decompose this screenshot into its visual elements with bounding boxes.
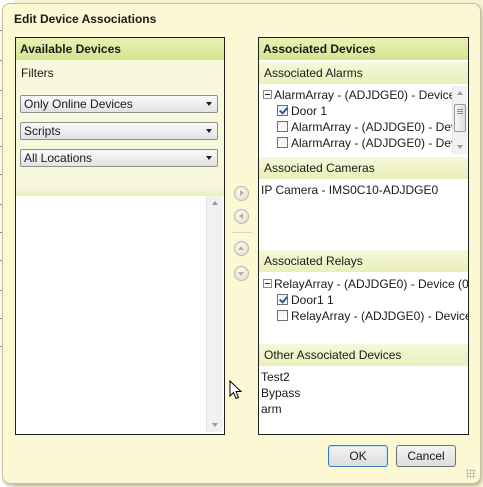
available-list-header xyxy=(16,188,224,196)
alarm-item-row[interactable]: AlarmArray - (ADJDGE0) - Dev xyxy=(277,136,452,151)
collapse-icon[interactable] xyxy=(263,279,272,289)
alarm-item-row[interactable]: AlarmArray - (ADJDGE0) - Dev xyxy=(277,120,452,135)
alarm-item-checkbox[interactable] xyxy=(277,137,288,149)
relay-array-label: RelayArray - (ADJDGE0) - Device (000 xyxy=(274,277,468,291)
scroll-up-icon[interactable] xyxy=(457,91,463,95)
associated-relays-header: Associated Relays xyxy=(259,250,468,272)
move-up-button[interactable] xyxy=(234,241,249,256)
relay-array-node[interactable]: RelayArray - (ADJDGE0) - Device (000 xyxy=(263,277,468,292)
chevron-down-icon xyxy=(206,156,212,160)
filters-label: Filters xyxy=(21,66,54,80)
alarm-item-checkbox[interactable] xyxy=(277,105,288,117)
relay-item-row[interactable]: Door1 1 xyxy=(277,293,334,308)
relay-item-row[interactable]: RelayArray - (ADJDGE0) - Device xyxy=(277,309,468,324)
add-association-button[interactable] xyxy=(234,186,249,201)
online-status-dropdown[interactable]: Only Online Devices xyxy=(20,95,218,113)
arrow-separator xyxy=(232,232,252,233)
chevron-down-icon xyxy=(206,102,212,106)
dialog-title: Edit Device Associations xyxy=(14,12,157,26)
filters-area: Filters Only Online Devices Scripts All … xyxy=(16,60,224,188)
scroll-thumb[interactable] xyxy=(454,104,466,132)
available-list-scrollbar[interactable] xyxy=(206,196,223,432)
associated-alarms-header: Associated Alarms xyxy=(259,62,468,84)
relay-item-checkbox[interactable] xyxy=(277,310,288,322)
device-type-dropdown[interactable]: Scripts xyxy=(20,122,218,140)
arrow-left-icon xyxy=(239,213,243,219)
alarm-item-row[interactable]: Door 1 xyxy=(277,104,327,119)
alarm-array-node[interactable]: AlarmArray - (ADJDGE0) - Device (000 xyxy=(263,88,452,103)
arrow-down-icon xyxy=(238,272,244,276)
cancel-button[interactable]: Cancel xyxy=(396,445,456,467)
other-device-item[interactable]: Test2 xyxy=(261,370,290,385)
relay-item-label: RelayArray - (ADJDGE0) - Device xyxy=(291,309,468,323)
alarm-item-checkbox[interactable] xyxy=(277,121,288,133)
available-devices-header: Available Devices xyxy=(16,38,224,60)
edit-device-associations-dialog: Edit Device Associations Available Devic… xyxy=(2,3,481,484)
camera-item[interactable]: IP Camera - IMS0C10-ADJDGE0 xyxy=(261,183,438,198)
arrow-right-icon xyxy=(240,190,244,196)
alarm-item-label: Door 1 xyxy=(291,104,328,118)
ok-button[interactable]: OK xyxy=(328,445,388,467)
mouse-cursor-icon xyxy=(229,380,243,400)
alarm-item-label: AlarmArray - (ADJDGE0) - Dev xyxy=(291,136,452,150)
associated-cameras-header: Associated Cameras xyxy=(259,157,468,179)
location-dropdown[interactable]: All Locations xyxy=(20,149,218,167)
scroll-up-icon[interactable] xyxy=(212,201,218,205)
relay-item-checkbox[interactable] xyxy=(277,294,288,306)
associated-devices-panel: Associated Devices Associated Alarms Ala… xyxy=(258,37,469,435)
other-devices-header: Other Associated Devices xyxy=(259,344,468,366)
online-status-value: Only Online Devices xyxy=(24,97,133,111)
alarms-tree[interactable]: AlarmArray - (ADJDGE0) - Device (000 Doo… xyxy=(259,86,452,154)
arrow-up-icon xyxy=(238,246,244,250)
associated-devices-header: Associated Devices xyxy=(259,38,468,60)
available-devices-list[interactable] xyxy=(16,196,206,432)
chevron-down-icon xyxy=(206,129,212,133)
alarms-scrollbar[interactable] xyxy=(452,86,467,154)
move-down-button[interactable] xyxy=(234,266,249,281)
alarm-item-label: AlarmArray - (ADJDGE0) - Dev xyxy=(291,120,452,134)
alarm-array-label: AlarmArray - (ADJDGE0) - Device (000 xyxy=(274,88,452,102)
remove-association-button[interactable] xyxy=(234,209,249,224)
scroll-down-icon[interactable] xyxy=(212,423,218,427)
collapse-icon[interactable] xyxy=(263,90,272,100)
available-devices-panel: Available Devices Filters Only Online De… xyxy=(15,37,225,435)
device-type-value: Scripts xyxy=(24,124,61,138)
resize-grip-icon[interactable] xyxy=(466,469,476,479)
other-device-item[interactable]: Bypass xyxy=(261,386,300,401)
other-device-item[interactable]: arm xyxy=(261,402,282,417)
relay-item-label: Door1 1 xyxy=(291,293,334,307)
scroll-down-icon[interactable] xyxy=(457,145,463,149)
location-value: All Locations xyxy=(24,151,93,165)
